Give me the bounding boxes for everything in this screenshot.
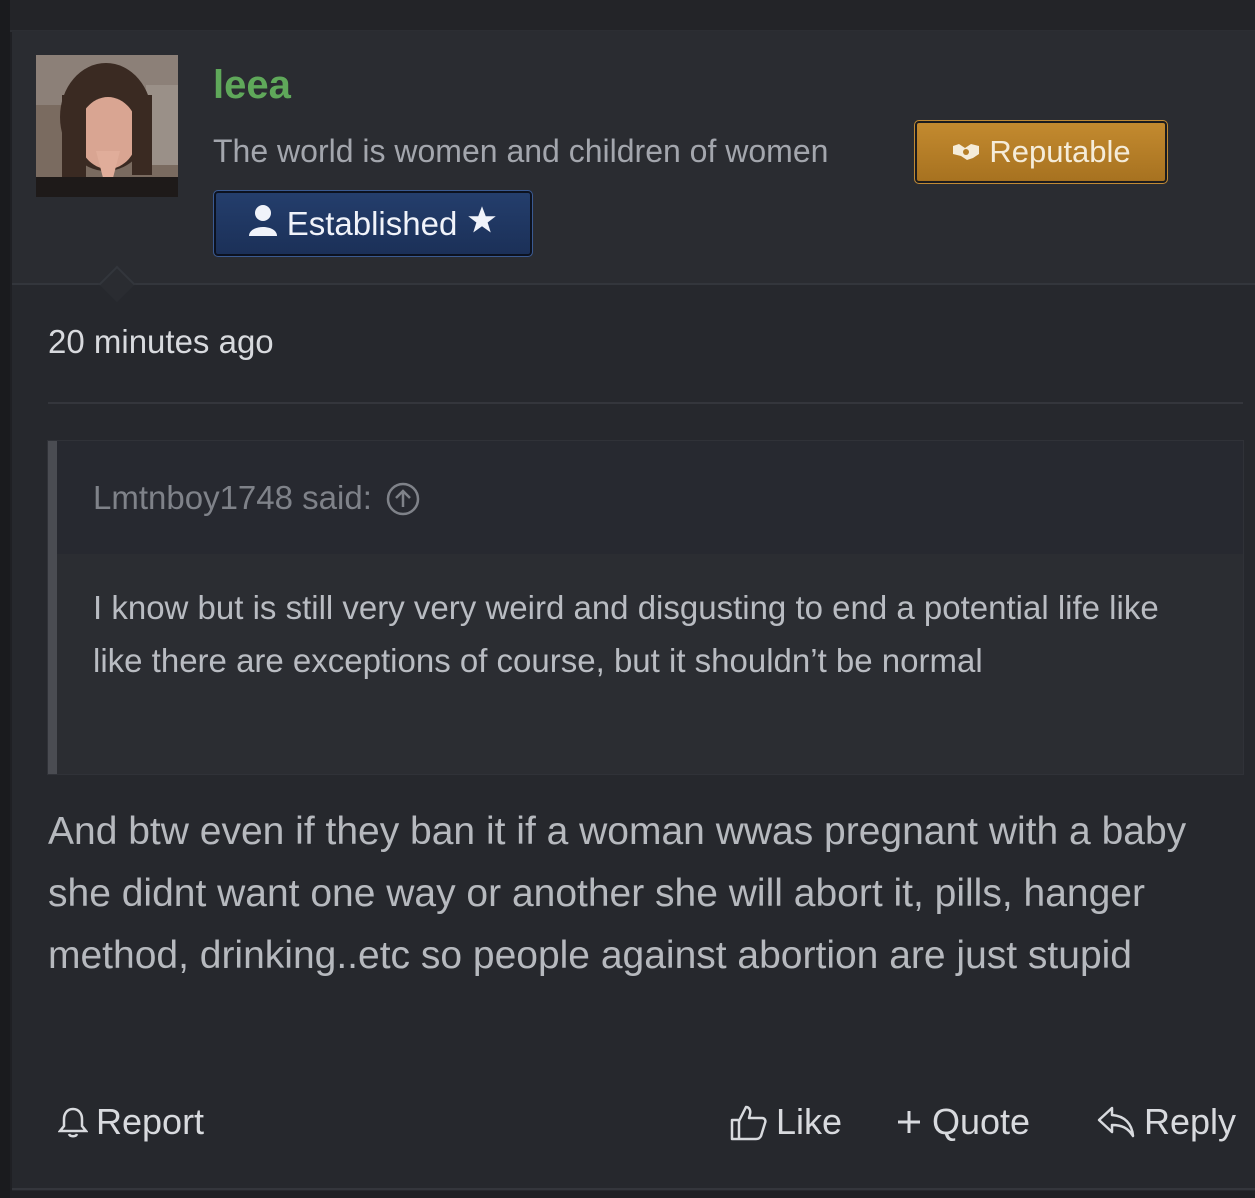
user-icon — [248, 204, 277, 244]
quote-text: I know but is still very very weird and … — [93, 589, 1159, 679]
avatar[interactable] — [36, 55, 178, 197]
plus-icon — [894, 1107, 924, 1137]
post-message: And btw even if they ban it if a woman w… — [48, 810, 1187, 977]
reply-icon — [1096, 1104, 1136, 1140]
arrow-up-circle-icon[interactable] — [386, 482, 420, 515]
quote-block: Lmtnboy1748 said: I know but is still ve… — [47, 440, 1244, 775]
divider — [48, 402, 1243, 404]
top-bar — [0, 0, 1255, 32]
established-badge: Established — [213, 190, 533, 257]
user-title: The world is women and children of women — [213, 133, 829, 169]
reply-button[interactable]: Reply — [1096, 1097, 1236, 1147]
quote-label: Quote — [932, 1101, 1031, 1142]
report-button[interactable]: Report — [58, 1097, 204, 1147]
handshake-icon — [951, 134, 981, 170]
username[interactable]: leea — [213, 63, 291, 108]
quote-author[interactable]: Lmtnboy1748 said: — [93, 479, 372, 517]
bottom-divider — [12, 1188, 1255, 1190]
established-badge-label: Established — [286, 204, 458, 242]
forum-post: leea The world is women and children of … — [12, 31, 1255, 1191]
quote-button[interactable]: Quote — [894, 1097, 1030, 1147]
post-timestamp[interactable]: 20 minutes ago — [48, 323, 274, 361]
star-icon — [467, 205, 497, 243]
user-header: leea The world is women and children of … — [12, 31, 1255, 285]
reputable-badge: Reputable — [914, 120, 1168, 184]
left-edge — [0, 0, 10, 1198]
reply-label: Reply — [1144, 1101, 1237, 1142]
quote-header: Lmtnboy1748 said: — [57, 441, 1243, 554]
reputable-badge-label: Reputable — [989, 134, 1131, 169]
bell-icon — [58, 1106, 88, 1138]
like-button[interactable]: Like — [728, 1097, 842, 1147]
report-label: Report — [96, 1101, 205, 1142]
like-label: Like — [776, 1101, 843, 1142]
thumbs-up-icon — [728, 1102, 768, 1142]
